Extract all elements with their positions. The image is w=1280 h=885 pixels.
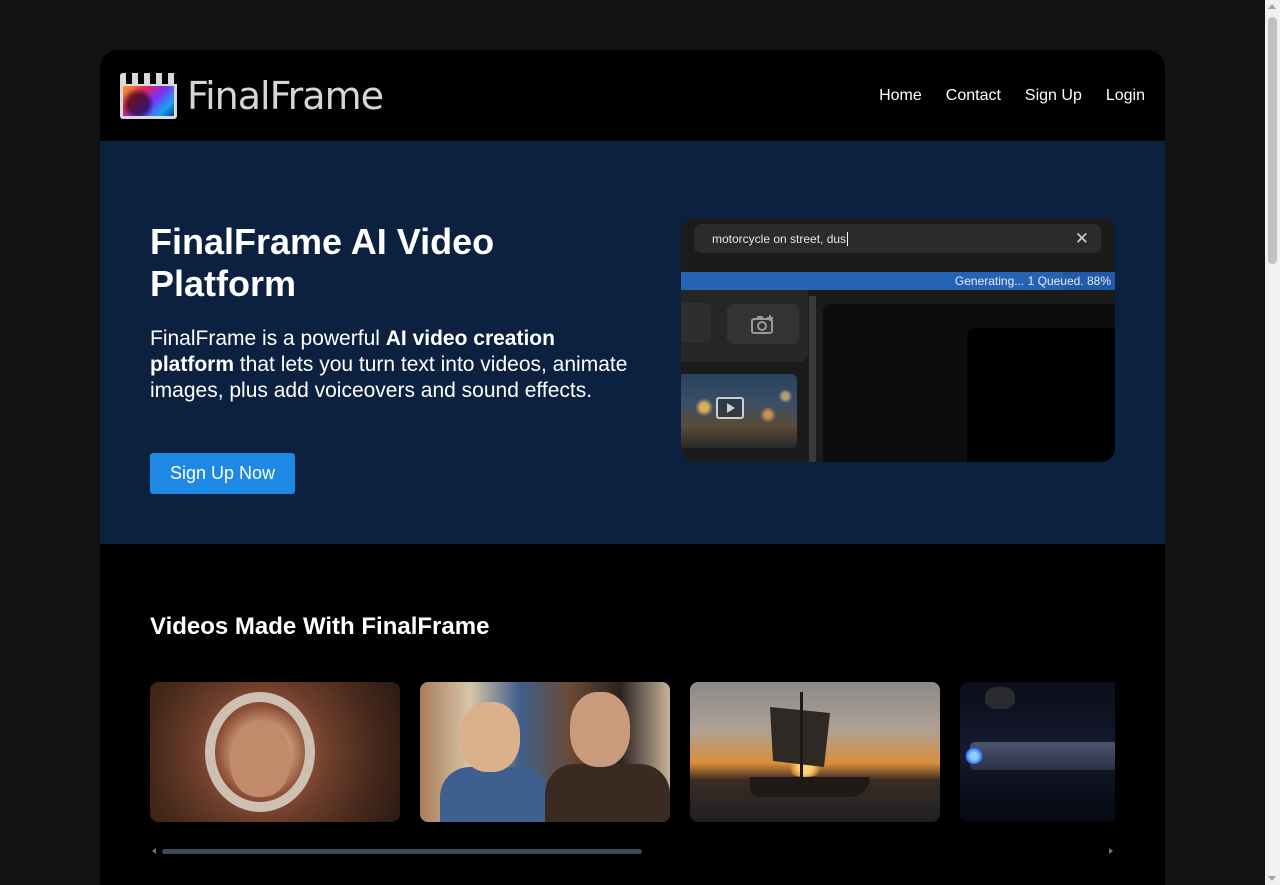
gallery-scrollbar-thumb[interactable] [162, 849, 642, 854]
tool-button [681, 303, 711, 343]
hero-title: FinalFrame AI Video Platform [150, 221, 495, 304]
video-gallery[interactable] [150, 682, 1115, 822]
video-thumbnail [681, 374, 797, 448]
camera-add-icon [751, 315, 773, 334]
site-header: FinalFrame Home Contact Sign Up Login [100, 50, 1165, 141]
gallery-video-spaceship[interactable] [960, 682, 1115, 822]
prompt-input: motorcycle on street, dus ✕ [694, 224, 1101, 253]
generation-status-text: Generating... 1 Queued. 88% [954, 274, 1111, 288]
nav-signup-link[interactable]: Sign Up [1025, 87, 1082, 105]
signup-now-button[interactable]: Sign Up Now [150, 453, 295, 494]
brand-name: FinalFrame [187, 73, 384, 118]
main-nav: Home Contact Sign Up Login [879, 87, 1145, 105]
scroll-right-arrow-icon[interactable] [1109, 848, 1113, 854]
preview-pane [823, 304, 1115, 462]
nav-home-link[interactable]: Home [879, 87, 922, 105]
hero-section: FinalFrame AI Video Platform FinalFrame … [100, 141, 1165, 544]
gallery-video-diner[interactable] [420, 682, 670, 822]
preview-canvas [967, 328, 1115, 462]
scroll-up-arrow-icon[interactable] [1268, 4, 1276, 9]
site-container: FinalFrame Home Contact Sign Up Login Fi… [100, 50, 1165, 885]
brand-logo[interactable]: FinalFrame [120, 72, 384, 119]
hero-description-start: FinalFrame is a powerful [150, 327, 386, 350]
scroll-left-arrow-icon[interactable] [152, 848, 156, 854]
hero-description: FinalFrame is a powerful AI video creati… [150, 326, 640, 404]
pane-divider [809, 296, 816, 462]
prompt-text: motorcycle on street, dus [712, 231, 847, 246]
text-caret [847, 231, 849, 246]
camera-add-button [727, 304, 799, 344]
gallery-scrollbar[interactable] [150, 844, 1115, 858]
video-play-icon [716, 397, 744, 419]
app-preview-screenshot: motorcycle on street, dus ✕ Generating..… [681, 218, 1115, 462]
gallery-video-astronaut[interactable] [150, 682, 400, 822]
close-icon: ✕ [1074, 229, 1089, 248]
gallery-title: Videos Made With FinalFrame [150, 613, 490, 640]
generation-status-bar: Generating... 1 Queued. 88% [681, 272, 1115, 290]
gallery-video-ship[interactable] [690, 682, 940, 822]
page-scrollbar[interactable] [1265, 0, 1280, 885]
page-scrollbar-thumb[interactable] [1268, 17, 1277, 264]
nav-login-link[interactable]: Login [1106, 87, 1145, 105]
scroll-down-arrow-icon[interactable] [1268, 876, 1276, 881]
clapperboard-logo-icon [120, 72, 177, 119]
nav-contact-link[interactable]: Contact [946, 87, 1001, 105]
